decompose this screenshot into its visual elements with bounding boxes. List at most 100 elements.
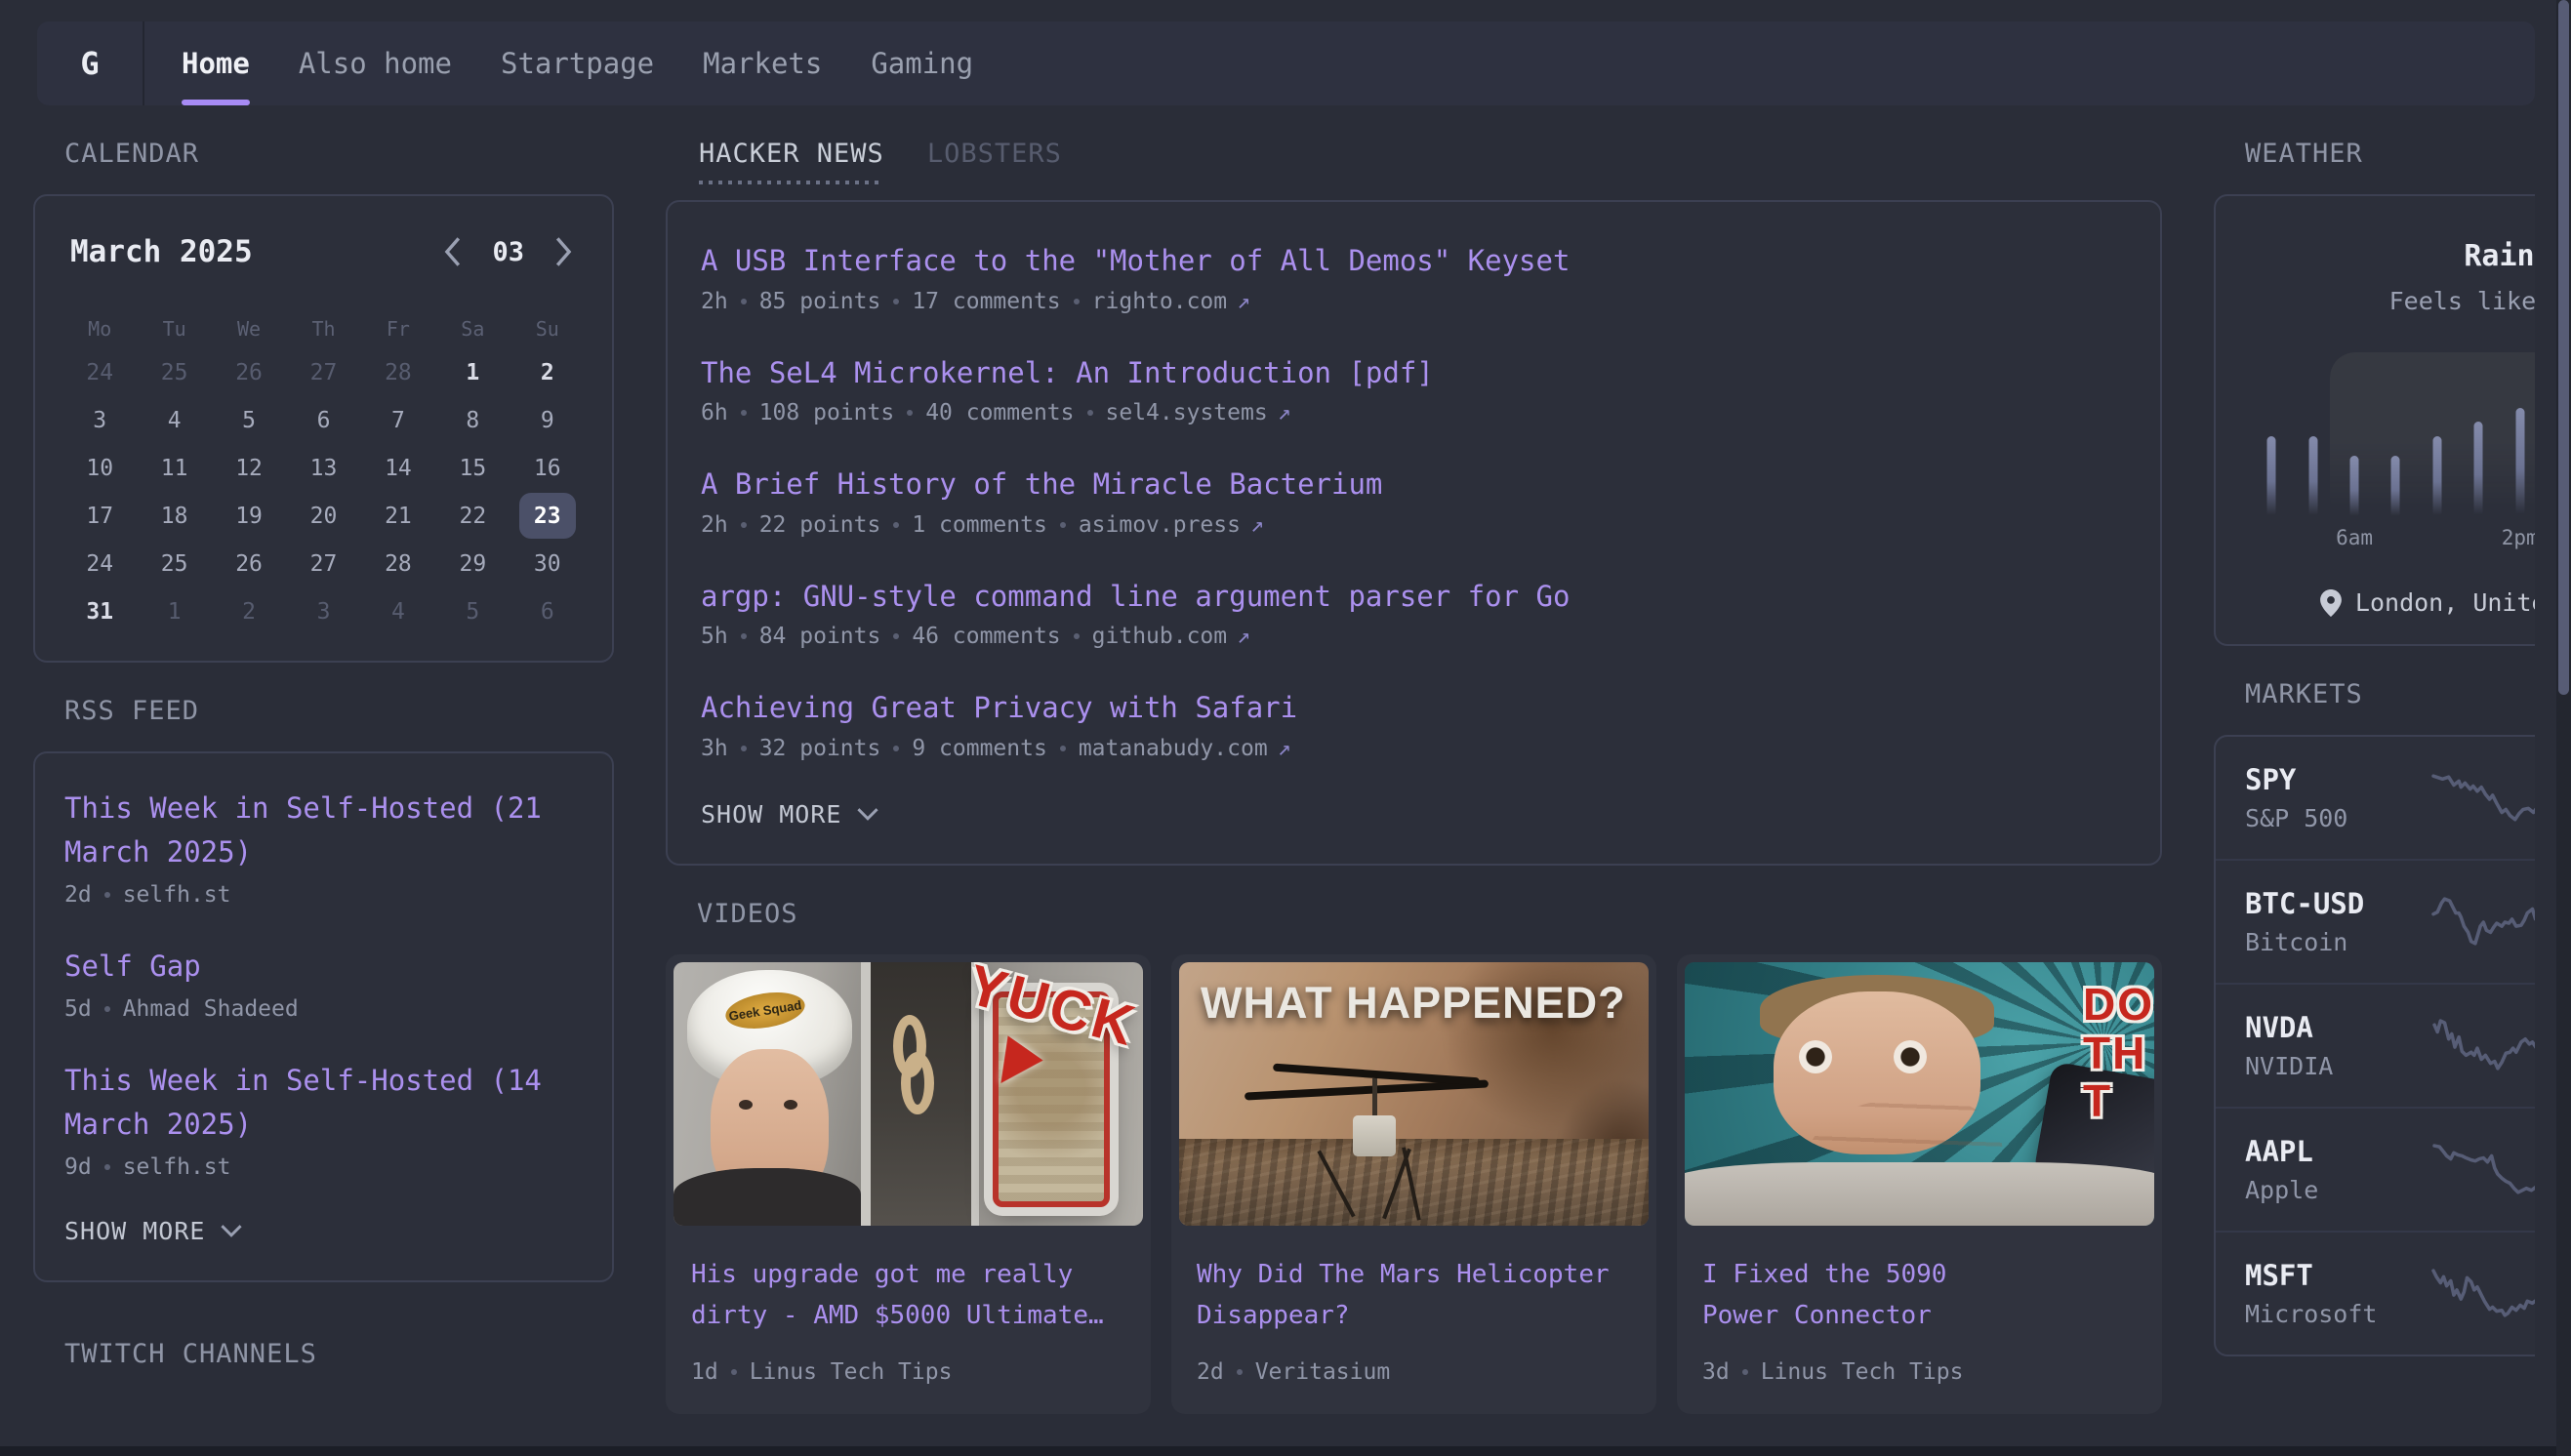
- video-title[interactable]: Why Did The Mars HelicopterDisappear?: [1197, 1255, 1631, 1336]
- calendar-day: 6: [510, 587, 585, 635]
- news-item-domain[interactable]: sel4.systems: [1106, 400, 1268, 425]
- weather-bar-slot: [2292, 352, 2333, 518]
- calendar-day: 26: [212, 348, 286, 396]
- video-channel: Linus Tech Tips: [1761, 1359, 1964, 1385]
- calendar-prev-button[interactable]: [437, 231, 467, 272]
- external-link-icon[interactable]: ↗: [1237, 624, 1250, 649]
- news-item-title[interactable]: argp: GNU-style command line argument pa…: [701, 577, 2127, 617]
- news-item-domain[interactable]: github.com: [1092, 624, 1227, 649]
- news-item-title[interactable]: Achieving Great Privacy with Safari: [701, 688, 2127, 728]
- rss-item-source: selfh.st: [123, 1154, 231, 1180]
- news-item-title[interactable]: A Brief History of the Miracle Bacterium: [701, 465, 2127, 505]
- rss-section-label: RSS FEED: [64, 696, 614, 726]
- nav-tab[interactable]: Gaming: [871, 21, 973, 105]
- rss-show-more-label: SHOW MORE: [64, 1217, 205, 1245]
- calendar-day: 29: [435, 540, 510, 587]
- news-item-title[interactable]: A USB Interface to the "Mother of All De…: [701, 241, 2127, 281]
- red-overlay-text: DOTHT: [2083, 981, 2154, 1126]
- rss-item-title[interactable]: This Week in Self-Hosted (21March 2025): [64, 787, 583, 874]
- video-age: 1d: [691, 1359, 718, 1385]
- news-item-meta: 3h 32 points 9 comments matanabudy.com ↗: [701, 736, 2127, 761]
- calendar-day: 4: [361, 587, 435, 635]
- rss-item-source: Ahmad Shadeed: [123, 996, 299, 1022]
- rss-item: This Week in Self-Hosted (21March 2025) …: [64, 787, 583, 908]
- calendar-weekday: Mo: [62, 317, 137, 341]
- video-card[interactable]: DOTHT I Fixed the 5090Power Connector 3d…: [1677, 954, 2162, 1414]
- weather-section-label: WEATHER: [2245, 139, 2535, 169]
- calendar-day: 6: [286, 396, 360, 444]
- rss-title-line[interactable]: March 2025): [64, 830, 583, 874]
- app-logo: G: [37, 21, 144, 105]
- calendar-next-button[interactable]: [550, 231, 579, 272]
- calendar-day: 2: [510, 348, 585, 396]
- scrollbar-thumb[interactable]: [2558, 0, 2569, 695]
- news-item-comments[interactable]: 46 comments: [912, 624, 1060, 649]
- left-column: CALENDAR March 2025 03 MoTuWeThFrSaSu: [33, 105, 614, 1456]
- nav-tab[interactable]: Also home: [299, 21, 452, 105]
- rss-title-line[interactable]: This Week in Self-Hosted (21: [64, 787, 583, 830]
- video-thumbnail[interactable]: WHAT HAPPENED?: [1179, 962, 1649, 1226]
- news-show-more-button[interactable]: SHOW MORE: [701, 800, 880, 829]
- : [784, 1100, 797, 1110]
- video-title-line[interactable]: dirty - AMD $5000 Ultimate…: [691, 1296, 1125, 1337]
- news-source-tab[interactable]: HACKER NEWS: [699, 139, 884, 184]
- nav-tab[interactable]: Markets: [703, 21, 822, 105]
- dot-separator: [741, 633, 747, 639]
- video-title-line[interactable]: Why Did The Mars Helicopter: [1197, 1255, 1631, 1296]
- news-item-domain[interactable]: matanabudy.com: [1079, 736, 1268, 761]
- video-channel: Linus Tech Tips: [750, 1359, 953, 1385]
- video-title[interactable]: I Fixed the 5090Power Connector: [1702, 1255, 2137, 1336]
- market-row[interactable]: SPY S&P 500 -0.27% $563.98: [2216, 737, 2535, 859]
- rss-show-more-button[interactable]: SHOW MORE: [64, 1217, 244, 1245]
- weather-hour-label: 2pm: [2502, 526, 2535, 549]
- nav-tab[interactable]: Home: [182, 21, 250, 105]
- market-name: NVIDIA: [2245, 1052, 2430, 1080]
- weather-bars: 12°: [2251, 352, 2535, 518]
- video-title[interactable]: His upgrade got me reallydirty - AMD $50…: [691, 1255, 1125, 1336]
- video-card[interactable]: WHAT HAPPENED? Why Did The Mars Helicopt…: [1171, 954, 1656, 1414]
- rss-item-title[interactable]: Self Gap: [64, 945, 583, 989]
- external-link-icon[interactable]: ↗: [1278, 736, 1291, 761]
- external-link-icon[interactable]: ↗: [1278, 400, 1291, 425]
- dot-separator: [104, 1164, 110, 1170]
- twitch-section-label: TWITCH CHANNELS: [64, 1339, 614, 1369]
- nav-tab[interactable]: Startpage: [501, 21, 654, 105]
- news-item-comments[interactable]: 40 comments: [925, 400, 1074, 425]
- rss-item-title[interactable]: This Week in Self-Hosted (14March 2025): [64, 1059, 583, 1147]
- rss-title-line[interactable]: Self Gap: [64, 945, 583, 989]
- calendar-day: 14: [361, 444, 435, 492]
- news-item-comments[interactable]: 1 comments: [912, 512, 1046, 538]
- scrollbar-track[interactable]: [2556, 0, 2571, 1456]
- calendar-nav: 03: [437, 231, 579, 272]
- calendar-day: 1: [137, 587, 211, 635]
- dot-separator: [893, 633, 899, 639]
- market-row[interactable]: AAPL Apple +1.95% $218.27: [2216, 1107, 2535, 1231]
- video-title-line[interactable]: Disappear?: [1197, 1296, 1631, 1337]
- dot-separator: [741, 299, 747, 304]
- dot-separator: [907, 410, 913, 416]
- news-item-meta: 2h 85 points 17 comments righto.com ↗: [701, 289, 2127, 314]
- news-item-domain[interactable]: asimov.press: [1079, 512, 1241, 538]
- news-item: Achieving Great Privacy with Safari 3h 3…: [701, 688, 2127, 761]
- news-source-tab[interactable]: LOBSTERS: [927, 139, 1062, 169]
- news-item-comments[interactable]: 17 comments: [912, 289, 1060, 314]
- market-row[interactable]: NVDA NVIDIA -0.70% $117.70: [2216, 983, 2535, 1107]
- external-link-icon[interactable]: ↗: [1237, 289, 1250, 314]
- video-card[interactable]: YUCKGeek Squad His upgrade got me really…: [666, 954, 1151, 1414]
- video-title-line[interactable]: I Fixed the 5090: [1702, 1255, 2137, 1296]
- video-title-line[interactable]: His upgrade got me really: [691, 1255, 1125, 1296]
- news-item-comments[interactable]: 9 comments: [912, 736, 1046, 761]
- market-symbol: BTC-USD: [2245, 887, 2430, 920]
- rss-title-line[interactable]: This Week in Self-Hosted (14: [64, 1059, 583, 1103]
- news-item-domain[interactable]: righto.com: [1092, 289, 1227, 314]
- nav-tabs: Home Also home Startpage Markets Gaming: [144, 21, 973, 105]
- rss-title-line[interactable]: March 2025): [64, 1103, 583, 1147]
- video-title-line[interactable]: Power Connector: [1702, 1296, 2137, 1337]
- external-link-icon[interactable]: ↗: [1250, 512, 1264, 538]
- market-row[interactable]: BTC-USD Bitcoin +1.39% $84,999.29: [2216, 859, 2535, 983]
- news-item-title[interactable]: The SeL4 Microkernel: An Introduction [p…: [701, 353, 2127, 393]
- market-row[interactable]: MSFT Microsoft +1.14% $391.26: [2216, 1231, 2535, 1355]
- video-thumbnail[interactable]: DOTHT: [1685, 962, 2154, 1226]
- rss-item-meta: 2d selfh.st: [64, 882, 583, 908]
- video-thumbnail[interactable]: YUCKGeek Squad: [673, 962, 1143, 1226]
